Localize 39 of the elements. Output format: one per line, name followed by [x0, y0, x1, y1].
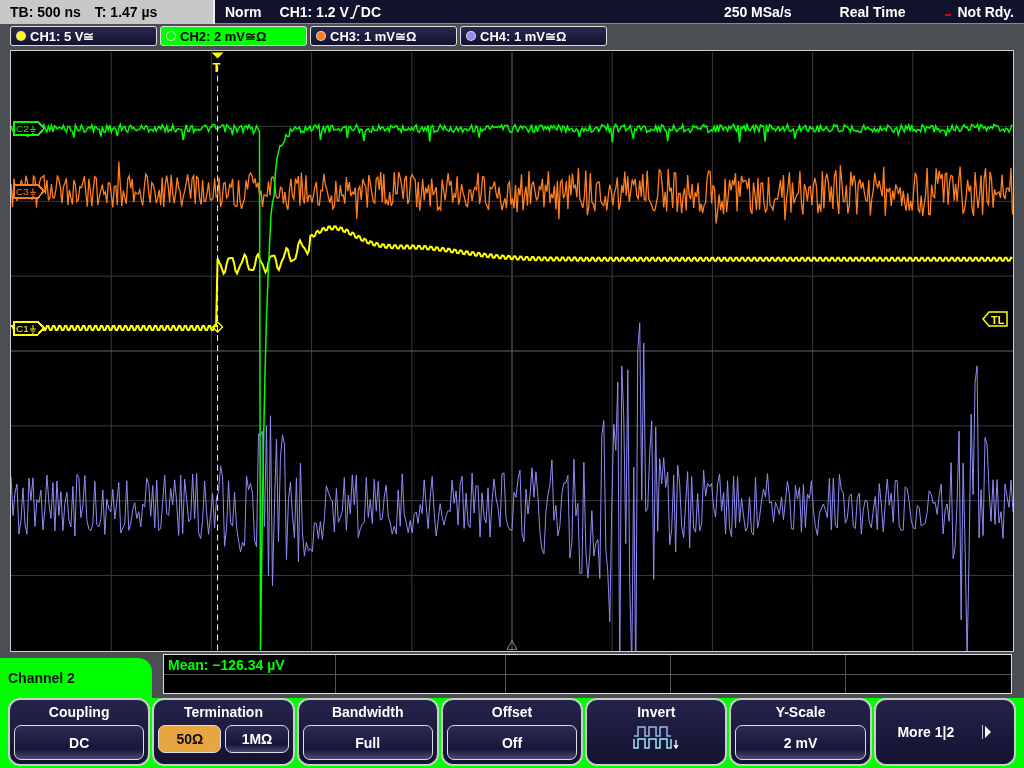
value-button[interactable]: Off — [446, 725, 578, 760]
channel-tab[interactable]: CH2: 2 mV≅Ω — [160, 26, 307, 46]
more-button[interactable]: More 1|2 — [873, 698, 1016, 766]
channel-marker[interactable]: C2 — [13, 120, 46, 136]
channel-marker[interactable]: C1 — [13, 320, 46, 336]
value-button[interactable]: Full — [302, 725, 433, 760]
softkey-label: Invert — [637, 704, 676, 720]
state-text: Not Rdy. — [957, 3, 1014, 20]
softkey-label: Y-Scale — [775, 704, 826, 720]
invert-waveform-icon — [633, 725, 680, 751]
acquisition-mode-text: Real Time — [839, 3, 906, 20]
channel-marker[interactable]: C3 — [13, 183, 46, 199]
value-button[interactable]: DC — [14, 725, 145, 760]
trigger-coupling-text: DC — [360, 3, 382, 20]
timebase-panel[interactable]: TB: 500 ns T: 1.47 µs — [0, 0, 215, 24]
trigger-mode-text: Norm — [225, 3, 262, 20]
menu-title: Channel 2 — [0, 658, 152, 698]
status-indicator-icon — [945, 14, 952, 16]
value-button[interactable]: 2 mV — [735, 725, 866, 760]
rising-edge-icon — [348, 4, 361, 19]
channel-tab[interactable]: CH1: 5 V≅ — [10, 26, 157, 46]
softkey-label: Termination — [183, 704, 263, 720]
center-triangle-icon — [506, 639, 518, 650]
trigger-source-text: CH1: 1.2 V — [279, 3, 349, 20]
timebase-text: TB: 500 ns — [10, 4, 81, 20]
option-button[interactable]: 1MΩ — [225, 725, 289, 753]
softkey-label: Coupling — [48, 704, 110, 720]
trigger-point-icon — [211, 321, 224, 333]
channel-tab[interactable]: CH3: 1 mV≅Ω — [310, 26, 457, 46]
measurement-text: Mean: −126.34 µV — [168, 657, 285, 673]
trigger-time-text: T: 1.47 µs — [94, 4, 158, 20]
softkey-panel[interactable]: Invert — [585, 698, 728, 766]
softkey-label: Bandwidth — [331, 704, 404, 720]
sample-rate-text: 250 MSa/s — [723, 3, 792, 20]
channel-tab[interactable]: CH4: 1 mV≅Ω — [460, 26, 607, 46]
option-button[interactable]: 50Ω — [158, 725, 222, 753]
caret-right-icon — [982, 725, 993, 739]
trigger-level-marker[interactable]: TL — [982, 311, 1008, 327]
softkey-label: Offset — [491, 704, 533, 720]
